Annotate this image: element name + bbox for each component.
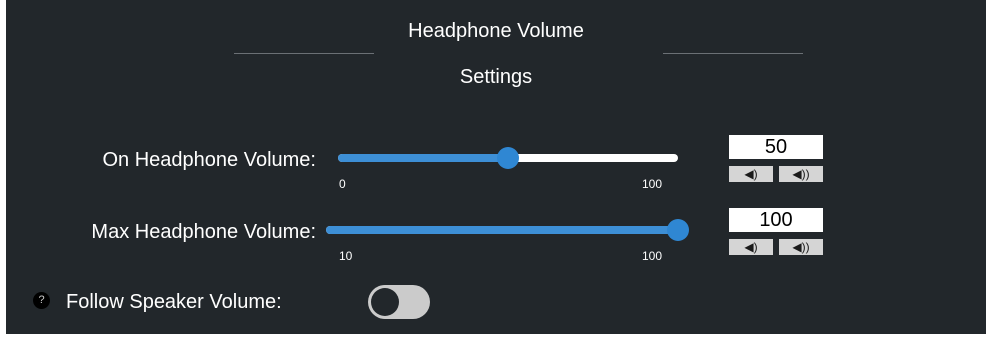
header-divider-right bbox=[663, 53, 803, 54]
slider-fill bbox=[326, 226, 678, 234]
on-volume-increase-button[interactable]: ◀)) bbox=[779, 166, 823, 182]
max-headphone-volume-slider[interactable] bbox=[326, 218, 689, 242]
headphone-volume-panel: Headphone Volume Settings On Headphone V… bbox=[6, 0, 986, 334]
slider-track bbox=[326, 226, 678, 234]
toggle-knob bbox=[371, 288, 399, 316]
on-volume-decrease-button[interactable]: ◀) bbox=[729, 166, 773, 182]
header-divider-left bbox=[234, 53, 374, 54]
slider-thumb[interactable] bbox=[497, 147, 519, 169]
volume-up-icon: ◀)) bbox=[792, 167, 810, 181]
on-volume-max-label: 100 bbox=[642, 177, 663, 191]
on-headphone-volume-label: On Headphone Volume: bbox=[102, 149, 317, 171]
volume-down-icon: ◀) bbox=[744, 240, 758, 254]
slider-thumb[interactable] bbox=[667, 219, 689, 241]
max-headphone-volume-value[interactable]: 100 bbox=[729, 208, 823, 232]
max-volume-min-label: 10 bbox=[339, 249, 353, 263]
follow-speaker-volume-toggle[interactable] bbox=[368, 285, 430, 319]
help-icon[interactable]: ? bbox=[33, 292, 50, 309]
volume-down-icon: ◀) bbox=[744, 167, 758, 181]
on-volume-min-label: 0 bbox=[339, 177, 346, 191]
page-subtitle: Settings bbox=[459, 66, 533, 88]
volume-up-icon: ◀)) bbox=[792, 240, 810, 254]
max-volume-increase-button[interactable]: ◀)) bbox=[779, 239, 823, 255]
slider-fill bbox=[338, 154, 508, 162]
follow-speaker-volume-label: Follow Speaker Volume: bbox=[66, 291, 282, 313]
on-headphone-volume-value[interactable]: 50 bbox=[729, 135, 823, 159]
max-headphone-volume-label: Max Headphone Volume: bbox=[91, 221, 316, 243]
max-volume-max-label: 100 bbox=[642, 249, 663, 263]
on-headphone-volume-slider[interactable] bbox=[338, 146, 678, 170]
page-title: Headphone Volume bbox=[408, 20, 584, 42]
max-volume-decrease-button[interactable]: ◀) bbox=[729, 239, 773, 255]
